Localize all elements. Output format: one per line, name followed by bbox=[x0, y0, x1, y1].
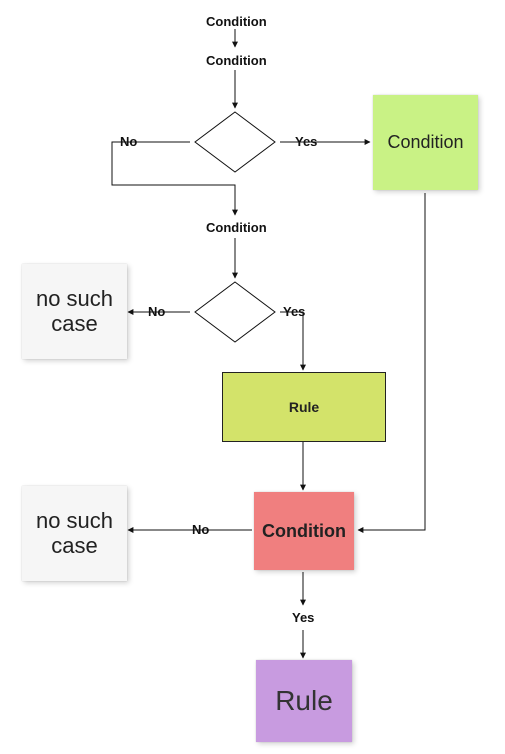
rule-process-box: Rule bbox=[222, 372, 386, 442]
decision-1 bbox=[193, 110, 277, 174]
condition-label-2: Condition bbox=[206, 53, 267, 68]
yes-label-1: Yes bbox=[295, 134, 317, 149]
condition-label-1: Condition bbox=[206, 14, 267, 29]
sticky-nsc2-text: no such case bbox=[22, 503, 127, 563]
sticky-green-text: Condition bbox=[381, 126, 469, 159]
sticky-purple-text: Rule bbox=[269, 681, 339, 721]
sticky-no-such-case-2: no such case bbox=[22, 486, 127, 581]
yes-label-3: Yes bbox=[292, 610, 314, 625]
sticky-red-text: Condition bbox=[256, 515, 352, 548]
sticky-green-condition: Condition bbox=[373, 95, 478, 190]
no-label-3: No bbox=[192, 522, 209, 537]
rule-box-text: Rule bbox=[283, 393, 325, 421]
condition-label-3: Condition bbox=[206, 220, 267, 235]
sticky-red-condition: Condition bbox=[254, 492, 354, 570]
flowchart-canvas: { "labels": { "condition_top": "Conditio… bbox=[0, 0, 505, 754]
no-label-2: No bbox=[148, 304, 165, 319]
sticky-nsc1-text: no such case bbox=[22, 281, 127, 341]
sticky-purple-rule: Rule bbox=[256, 660, 352, 742]
decision-2 bbox=[193, 280, 277, 344]
sticky-no-such-case-1: no such case bbox=[22, 264, 127, 359]
yes-label-2: Yes bbox=[283, 304, 305, 319]
no-label-1: No bbox=[120, 134, 137, 149]
